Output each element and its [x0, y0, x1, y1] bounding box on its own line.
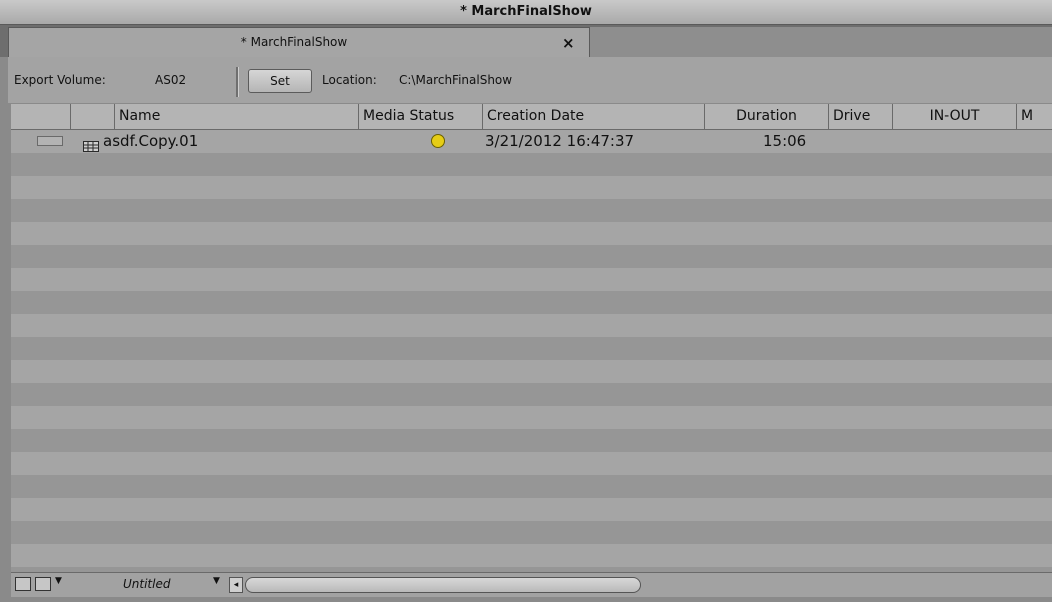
row-name: asdf.Copy.01 [103, 132, 199, 150]
empty-row [11, 383, 1052, 406]
empty-row [11, 360, 1052, 383]
bin-window: * MarchFinalShow * MarchFinalShow × Expo… [0, 0, 1052, 602]
empty-row [11, 521, 1052, 544]
view-menu-arrow-icon[interactable]: ▼ [55, 576, 62, 586]
empty-row [11, 314, 1052, 337]
horizontal-scrollbar[interactable] [245, 577, 641, 593]
empty-row [11, 176, 1052, 199]
set-button[interactable]: Set [248, 69, 312, 93]
export-volume-label: Export Volume: [14, 73, 106, 87]
toolbar-divider [236, 67, 239, 97]
tab-marchfinalshow[interactable]: * MarchFinalShow × [8, 27, 590, 58]
header-drive[interactable]: Drive [829, 104, 893, 129]
table-row[interactable]: asdf.Copy.01 3/21/2012 16:47:37 15:06 [11, 130, 1052, 153]
header-in-out[interactable]: IN-OUT [893, 104, 1017, 129]
header-name[interactable]: Name [115, 104, 359, 129]
location-label: Location: [322, 73, 377, 87]
bin-footer: ▼ Untitled ▼ ◂ [11, 572, 1052, 597]
tab-bar-empty [590, 27, 1052, 57]
header-icon[interactable] [71, 104, 115, 129]
location-value: C:\MarchFinalShow [399, 73, 513, 87]
row-creation-date: 3/21/2012 16:47:37 [485, 132, 635, 150]
media-status-online-icon [431, 134, 445, 148]
bin-table: Name Media Status Creation Date Duration… [11, 104, 1052, 572]
bin-view-dropdown-icon[interactable]: ▼ [213, 576, 220, 586]
row-select-box[interactable] [37, 136, 63, 146]
empty-row [11, 268, 1052, 291]
window-title: * MarchFinalShow [0, 0, 1052, 25]
header-duration[interactable]: Duration [705, 104, 829, 129]
export-toolbar: Export Volume: AS02 Set Location: C:\Mar… [8, 57, 1052, 103]
tab-bar: * MarchFinalShow × [0, 25, 1052, 58]
empty-row [11, 544, 1052, 567]
row-duration: 15:06 [763, 132, 807, 150]
frame-view-icon[interactable] [15, 577, 31, 591]
empty-row [11, 475, 1052, 498]
empty-row [11, 498, 1052, 521]
header-media-status[interactable]: Media Status [359, 104, 483, 129]
empty-row [11, 245, 1052, 268]
table-header: Name Media Status Creation Date Duration… [11, 104, 1052, 130]
export-volume-value: AS02 [155, 73, 187, 87]
empty-row [11, 406, 1052, 429]
text-view-icon[interactable] [35, 577, 51, 591]
empty-row [11, 222, 1052, 245]
scroll-left-button[interactable]: ◂ [229, 577, 243, 593]
empty-row [11, 291, 1052, 314]
header-mark[interactable]: M [1017, 104, 1052, 129]
header-creation-date[interactable]: Creation Date [483, 104, 705, 129]
empty-row [11, 452, 1052, 475]
tab-label: * MarchFinalShow [240, 35, 348, 49]
close-icon[interactable]: × [562, 34, 575, 52]
empty-row [11, 429, 1052, 452]
empty-row [11, 153, 1052, 176]
bin-view-name[interactable]: Untitled [123, 577, 170, 591]
empty-row [11, 199, 1052, 222]
header-select[interactable] [11, 104, 71, 129]
sequence-icon [83, 136, 99, 152]
empty-row [11, 337, 1052, 360]
